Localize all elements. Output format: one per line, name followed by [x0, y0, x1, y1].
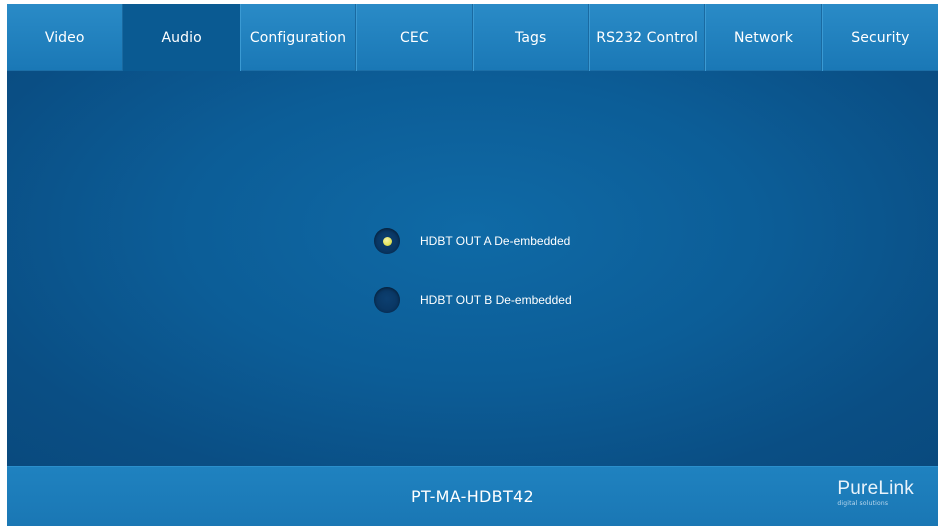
- tab-cec[interactable]: CEC: [356, 4, 473, 71]
- footer-bar: PT-MA-HDBT42 PureLink digital solutions: [7, 466, 938, 526]
- device-model-name: PT-MA-HDBT42: [411, 487, 534, 506]
- audio-panel: HDBT OUT A De-embedded HDBT OUT B De-emb…: [7, 71, 938, 466]
- audio-option-label: HDBT OUT A De-embedded: [420, 234, 571, 248]
- tab-bar: Video Audio Configuration CEC Tags RS232…: [7, 4, 938, 71]
- tab-audio[interactable]: Audio: [123, 4, 240, 71]
- audio-option-label: HDBT OUT B De-embedded: [420, 293, 572, 307]
- tab-network[interactable]: Network: [705, 4, 822, 71]
- radio-button-hdbt-out-a[interactable]: [374, 228, 400, 254]
- radio-selected-dot-icon: [382, 236, 392, 246]
- tab-security[interactable]: Security: [821, 4, 938, 71]
- brand-logo: PureLink digital solutions: [837, 478, 914, 508]
- brand-name: PureLink: [837, 478, 914, 499]
- app-frame: Video Audio Configuration CEC Tags RS232…: [7, 4, 938, 526]
- audio-option-hdbt-out-a[interactable]: HDBT OUT A De-embedded: [374, 228, 570, 254]
- audio-option-hdbt-out-b[interactable]: HDBT OUT B De-embedded: [374, 287, 572, 313]
- tab-tags[interactable]: Tags: [472, 4, 589, 71]
- tab-configuration[interactable]: Configuration: [239, 4, 357, 71]
- tab-rs232-control[interactable]: RS232 Control: [588, 4, 706, 71]
- radio-button-hdbt-out-b[interactable]: [374, 287, 400, 313]
- tab-video[interactable]: Video: [7, 4, 124, 71]
- brand-tagline: digital solutions: [837, 500, 889, 507]
